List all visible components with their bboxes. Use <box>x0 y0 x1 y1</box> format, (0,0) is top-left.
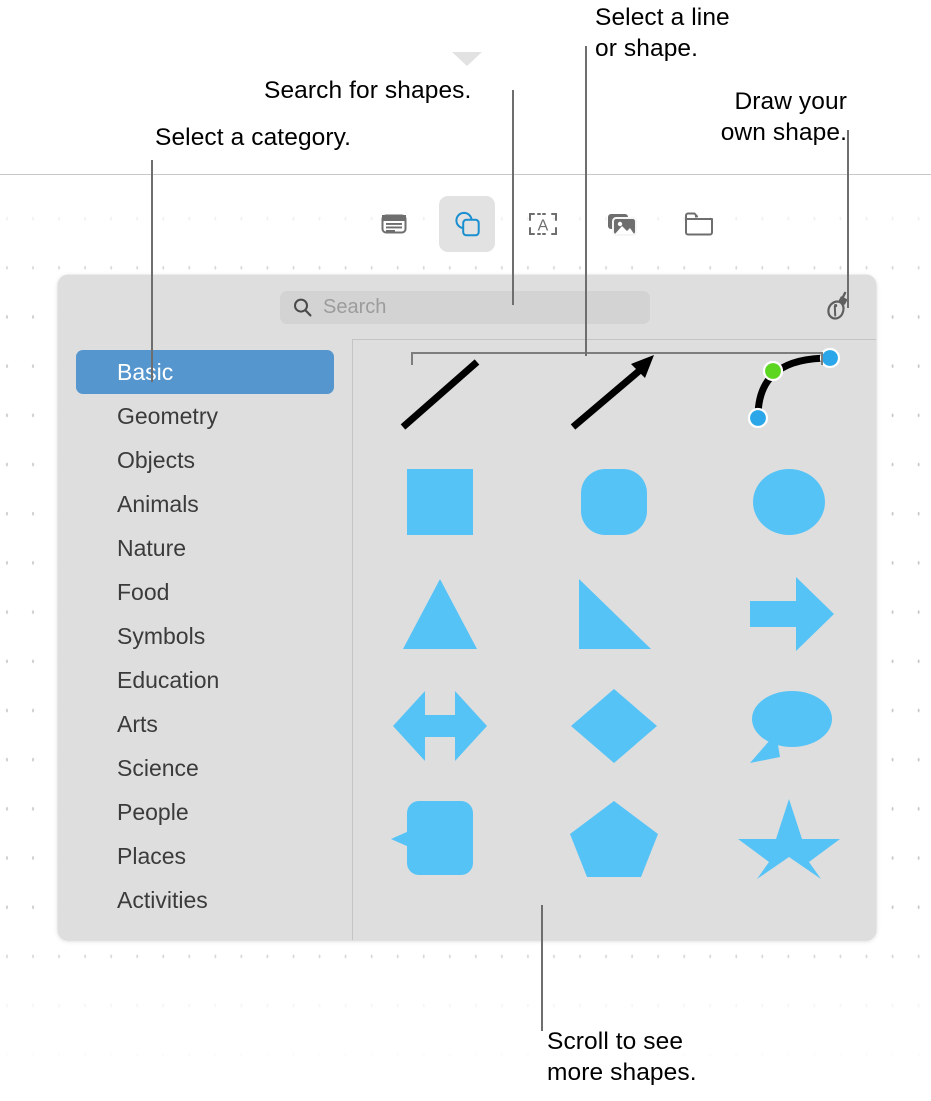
toolbar-item-shapes[interactable] <box>439 196 495 252</box>
triangle-shape <box>403 579 478 649</box>
shapes-popover-panel: Search Basic Geometry Objects Animals Na… <box>58 275 876 940</box>
shape-cell-right-triangle[interactable] <box>527 559 701 671</box>
rounded-square-shape <box>581 469 648 535</box>
draw-shape-button[interactable] <box>818 288 858 328</box>
square-shape <box>407 469 474 535</box>
circle-shape <box>752 469 825 535</box>
shape-cell-rounded-callout[interactable] <box>353 783 527 895</box>
pentagon-shape <box>570 801 659 877</box>
right-arrow-shape <box>749 577 834 651</box>
folder-icon <box>685 212 713 236</box>
insert-toolbar: A <box>0 196 931 258</box>
sidebar-item-label: Places <box>117 842 187 869</box>
toolbar-popover-pointer <box>452 52 482 66</box>
shape-cell-right-arrow[interactable] <box>702 559 876 671</box>
search-icon <box>294 298 312 317</box>
shape-cell-rounded-square[interactable] <box>527 447 701 559</box>
text-icon <box>381 214 407 234</box>
sidebar-item-label: Activities <box>117 886 208 913</box>
sidebar-item-science[interactable]: Science <box>76 746 334 790</box>
top-separator-rule <box>0 174 931 175</box>
shapes-grid <box>353 339 876 895</box>
annotation-select-line-shape: Select a line or shape. <box>595 4 730 62</box>
search-placeholder: Search <box>323 296 387 318</box>
shapes-grid-area <box>353 339 876 940</box>
sidebar-item-label: Science <box>117 754 199 781</box>
toolbar-item-text[interactable] <box>366 196 422 252</box>
shape-cell-triangle[interactable] <box>353 559 527 671</box>
sidebar-item-geometry[interactable]: Geometry <box>76 394 334 438</box>
annotation-search-for-shapes: Search for shapes. <box>264 77 472 104</box>
line-row-bracket <box>411 352 823 365</box>
panel-header: Search <box>58 275 876 339</box>
leader-line-select-line-shape <box>585 46 587 356</box>
sidebar-item-label: Food <box>117 578 170 605</box>
sidebar-item-education[interactable]: Education <box>76 658 334 702</box>
shape-cell-star[interactable] <box>702 783 876 895</box>
double-arrow-shape <box>393 691 488 761</box>
sidebar-item-label: People <box>117 798 189 825</box>
sidebar-item-label: Arts <box>117 710 158 737</box>
sidebar-item-people[interactable]: People <box>76 790 334 834</box>
curve-handle-end-icon <box>819 347 840 369</box>
sidebar-item-food[interactable]: Food <box>76 570 334 614</box>
sidebar-item-objects[interactable]: Objects <box>76 438 334 482</box>
media-icon <box>608 214 637 236</box>
sidebar-item-label: Education <box>117 666 220 693</box>
leader-line-search <box>512 90 514 305</box>
rounded-callout-shape <box>391 801 474 875</box>
sidebar-item-label: Basic <box>117 358 174 385</box>
sidebar-item-arts[interactable]: Arts <box>76 702 334 746</box>
sidebar-item-activities[interactable]: Activities <box>76 878 334 922</box>
curve-handle-start-icon <box>747 407 768 429</box>
search-input[interactable]: Search <box>280 291 650 324</box>
shapes-icon <box>455 211 480 237</box>
textbox-icon: A <box>529 213 557 235</box>
sidebar-item-label: Nature <box>117 534 187 561</box>
sidebar-item-label: Animals <box>117 490 199 517</box>
sidebar-item-nature[interactable]: Nature <box>76 526 334 570</box>
leader-line-select-category <box>151 160 153 382</box>
shape-cell-double-arrow[interactable] <box>353 671 527 783</box>
svg-text:A: A <box>538 218 549 235</box>
diamond-shape <box>571 689 658 763</box>
sidebar-item-symbols[interactable]: Symbols <box>76 614 334 658</box>
right-triangle-shape <box>579 579 652 649</box>
toolbar-item-media[interactable] <box>594 196 650 252</box>
sidebar-item-label: Objects <box>117 446 195 473</box>
shape-cell-circle[interactable] <box>702 447 876 559</box>
sidebar-item-label: Symbols <box>117 622 206 649</box>
star-shape <box>737 799 840 879</box>
annotation-draw-own-shape: Draw your own shape. <box>720 88 847 146</box>
shape-cell-diamond[interactable] <box>527 671 701 783</box>
shape-cell-square[interactable] <box>353 447 527 559</box>
toolbar-item-folder[interactable] <box>671 196 727 252</box>
shape-cell-pentagon[interactable] <box>527 783 701 895</box>
leader-line-draw-own-shape <box>847 130 849 308</box>
annotation-select-category: Select a category. <box>155 124 352 151</box>
pen-nib-icon <box>827 291 848 320</box>
sidebar-item-places[interactable]: Places <box>76 834 334 878</box>
annotation-scroll-more: Scroll to see more shapes. <box>547 1028 697 1086</box>
leader-line-scroll-more <box>541 905 543 1031</box>
sidebar-item-label: Geometry <box>117 402 218 429</box>
shape-cell-speech-bubble[interactable] <box>702 671 876 783</box>
sidebar-item-basic[interactable]: Basic <box>76 350 334 394</box>
category-sidebar: Basic Geometry Objects Animals Nature Fo… <box>58 339 352 940</box>
sidebar-item-animals[interactable]: Animals <box>76 482 334 526</box>
speech-bubble-shape <box>749 691 832 763</box>
toolbar-item-textbox[interactable]: A <box>515 196 571 252</box>
